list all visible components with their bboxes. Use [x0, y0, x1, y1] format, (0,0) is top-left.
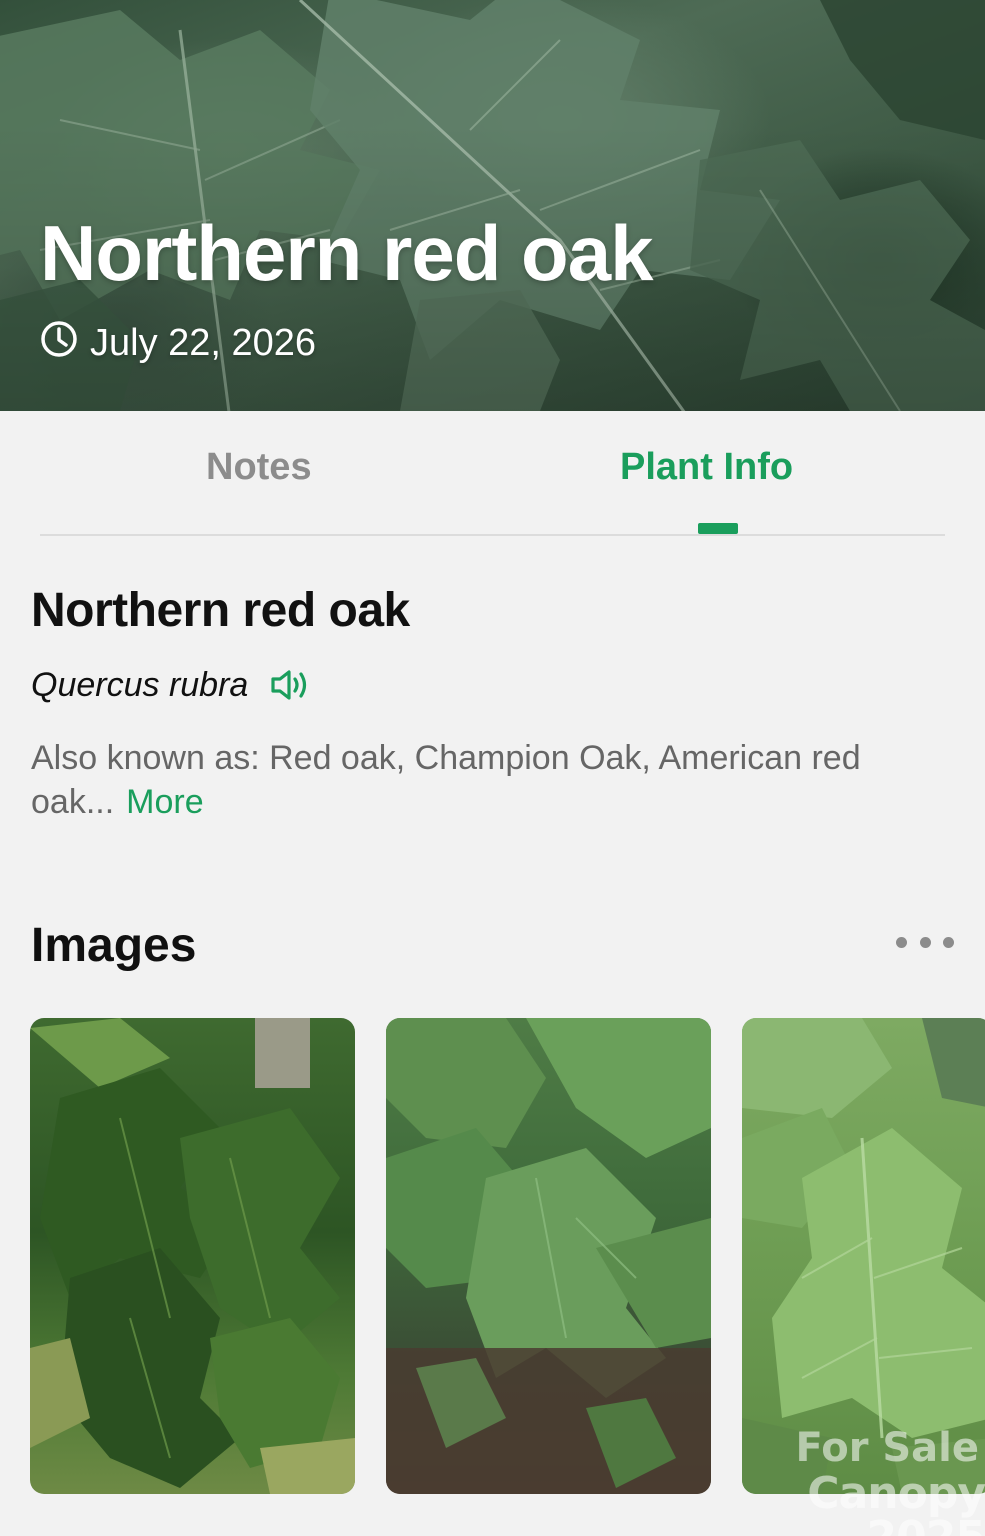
oak-leaves-photo-1	[30, 1018, 355, 1494]
image-thumbnail[interactable]	[30, 1018, 355, 1494]
oak-leaves-photo-2	[386, 1018, 711, 1494]
tab-plant-info[interactable]: Plant Info	[620, 446, 793, 489]
active-tab-indicator	[698, 523, 738, 534]
hero-image: Northern red oak July 22, 2026	[0, 0, 985, 411]
scientific-name-row: Quercus rubra	[31, 662, 310, 708]
hero-title: Northern red oak	[40, 209, 653, 297]
image-thumbnail[interactable]	[386, 1018, 711, 1494]
oak-leaves-photo-3	[742, 1018, 985, 1494]
plant-scientific-name: Quercus rubra	[31, 665, 249, 704]
tab-bar: Notes Plant Info	[40, 428, 945, 536]
images-section-title: Images	[31, 919, 197, 972]
dot	[943, 936, 954, 948]
image-thumbnail[interactable]	[742, 1018, 985, 1494]
also-known-as: Also known as: Red oak, Champion Oak, Am…	[31, 736, 956, 824]
tab-notes[interactable]: Notes	[206, 446, 312, 489]
hero-date-text: July 22, 2026	[90, 321, 317, 364]
dot	[896, 936, 907, 948]
plant-common-name: Northern red oak	[31, 584, 410, 637]
clock-icon	[40, 321, 78, 362]
more-horizontal-icon[interactable]	[896, 928, 954, 956]
dot	[919, 936, 931, 948]
listing-watermark: For Sale Canopy 2025	[690, 1428, 985, 1536]
plant-detail-screen: Northern red oak July 22, 2026 Notes Pla…	[0, 0, 985, 1536]
speaker-icon[interactable]	[270, 668, 310, 702]
watermark-line-1: For Sale	[795, 1425, 979, 1471]
watermark-line-2: Canopy 2025	[807, 1468, 985, 1536]
more-link[interactable]: More	[126, 783, 203, 821]
hero-date: July 22, 2026	[40, 320, 316, 366]
